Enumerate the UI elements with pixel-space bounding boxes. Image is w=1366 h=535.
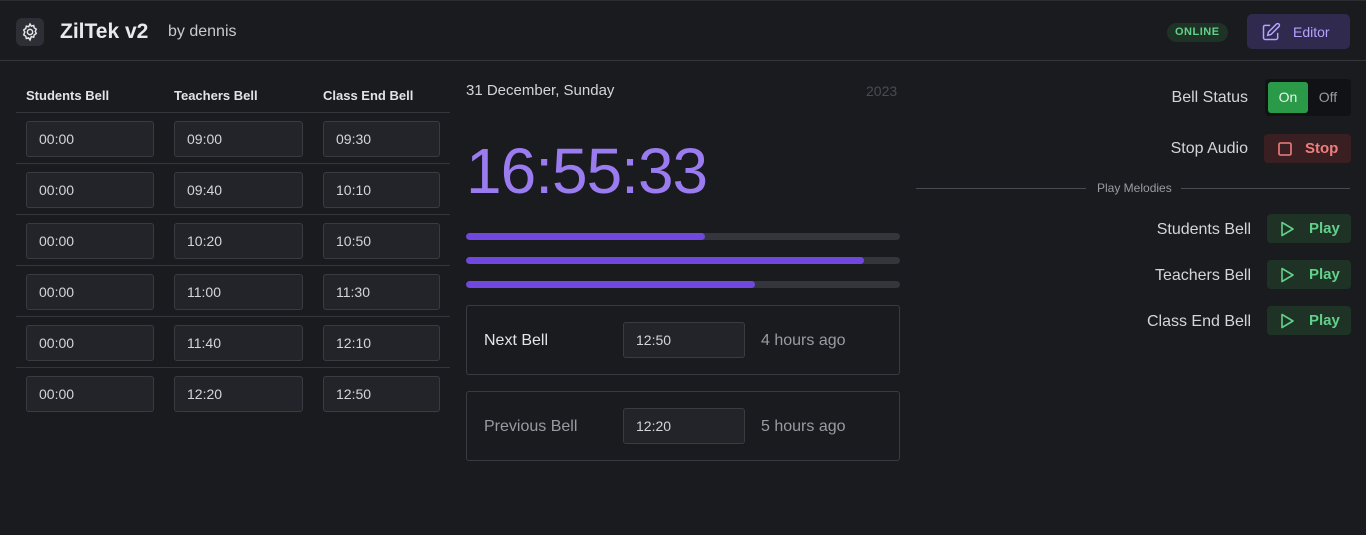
table-row: 00:00 09:40 10:10 xyxy=(16,164,450,215)
toggle-off-button[interactable]: Off xyxy=(1308,82,1348,113)
teachers-bell-time-input[interactable]: 09:00 xyxy=(174,121,303,157)
previous-bell-label: Previous Bell xyxy=(484,418,578,435)
play-button-label: Play xyxy=(1309,312,1340,329)
teachers-bell-time-input[interactable]: 11:40 xyxy=(174,325,303,361)
table-row: 00:00 09:00 09:30 xyxy=(16,113,450,164)
app-header: ZilTek v2 by dennis ONLINE Editor xyxy=(0,0,1366,61)
students-bell-time-input[interactable]: 00:00 xyxy=(26,121,154,157)
play-melodies-heading: Play Melodies xyxy=(1097,181,1172,195)
column-header-class-end: Class End Bell xyxy=(323,88,414,103)
current-date: 31 December, Sunday xyxy=(466,82,615,99)
class-end-bell-time-input[interactable]: 10:50 xyxy=(323,223,440,259)
students-bell-time-input[interactable]: 00:00 xyxy=(26,172,154,208)
teachers-bell-time-input[interactable]: 09:40 xyxy=(174,172,303,208)
table-row: 00:00 11:00 11:30 xyxy=(16,266,450,317)
next-bell-label: Next Bell xyxy=(484,332,549,349)
previous-bell-card: Previous Bell 12:20 5 hours ago xyxy=(466,391,900,461)
previous-bell-time: 12:20 xyxy=(623,408,745,444)
toggle-on-button[interactable]: On xyxy=(1268,82,1308,113)
play-students-bell-button[interactable]: Play xyxy=(1267,214,1351,243)
progress-bar xyxy=(466,281,900,288)
next-bell-card: Next Bell 12:50 4 hours ago xyxy=(466,305,900,375)
class-end-bell-time-input[interactable]: 12:10 xyxy=(323,325,440,361)
previous-bell-relative: 5 hours ago xyxy=(761,418,846,435)
play-button-label: Play xyxy=(1309,266,1340,283)
class-end-bell-time-input[interactable]: 11:30 xyxy=(323,274,440,310)
app-author: by dennis xyxy=(168,23,237,40)
progress-fill xyxy=(466,257,864,264)
stop-button-label: Stop xyxy=(1305,140,1339,157)
play-class-end-bell-button[interactable]: Play xyxy=(1267,306,1351,335)
play-icon xyxy=(1281,221,1294,236)
progress-fill xyxy=(466,281,756,288)
divider-line-right xyxy=(1181,188,1350,189)
gear-icon xyxy=(22,22,38,42)
progress-fill xyxy=(466,233,705,240)
table-row: 00:00 11:40 12:10 xyxy=(16,317,450,368)
progress-bar xyxy=(466,233,900,240)
play-icon xyxy=(1281,313,1294,328)
edit-icon xyxy=(1262,22,1281,40)
next-bell-time: 12:50 xyxy=(623,322,745,358)
current-year: 2023 xyxy=(866,83,898,99)
editor-button-label: Editor xyxy=(1293,23,1330,40)
students-bell-time-input[interactable]: 00:00 xyxy=(26,274,154,310)
stop-square-icon xyxy=(1278,141,1292,156)
settings-button[interactable] xyxy=(16,18,44,46)
progress-bar xyxy=(466,257,900,264)
class-end-bell-time-input[interactable]: 10:10 xyxy=(323,172,440,208)
melody-label-teachers: Teachers Bell xyxy=(1154,267,1251,284)
students-bell-time-input[interactable]: 00:00 xyxy=(26,223,154,259)
play-icon xyxy=(1281,267,1294,282)
table-row: 00:00 10:20 10:50 xyxy=(16,215,450,266)
bell-schedule-table: Students Bell Teachers Bell Class End Be… xyxy=(16,78,450,419)
students-bell-time-input[interactable]: 00:00 xyxy=(26,376,154,412)
class-end-bell-time-input[interactable]: 09:30 xyxy=(323,121,440,157)
editor-button[interactable]: Editor xyxy=(1247,14,1350,49)
bell-status-toggle: On Off xyxy=(1265,79,1351,116)
teachers-bell-time-input[interactable]: 12:20 xyxy=(174,376,303,412)
melody-label-class-end: Class End Bell xyxy=(1146,313,1251,330)
column-header-teachers: Teachers Bell xyxy=(174,88,258,103)
stop-audio-label: Stop Audio xyxy=(1170,140,1248,157)
divider-line-left xyxy=(916,188,1086,189)
stop-button[interactable]: Stop xyxy=(1264,134,1351,163)
next-bell-relative: 4 hours ago xyxy=(761,332,846,349)
students-bell-time-input[interactable]: 00:00 xyxy=(26,325,154,361)
column-header-students: Students Bell xyxy=(26,88,110,103)
table-row: 00:00 12:20 12:50 xyxy=(16,368,450,419)
teachers-bell-time-input[interactable]: 10:20 xyxy=(174,223,303,259)
app-title: ZilTek v2 xyxy=(60,20,149,43)
clock-time: 16:55:33 xyxy=(466,135,708,207)
bell-status-label: Bell Status xyxy=(1171,89,1248,106)
class-end-bell-time-input[interactable]: 12:50 xyxy=(323,376,440,412)
play-button-label: Play xyxy=(1309,220,1340,237)
table-header: Students Bell Teachers Bell Class End Be… xyxy=(16,78,450,113)
teachers-bell-time-input[interactable]: 11:00 xyxy=(174,274,303,310)
status-badge: ONLINE xyxy=(1167,23,1228,42)
melody-label-students: Students Bell xyxy=(1156,221,1251,238)
play-teachers-bell-button[interactable]: Play xyxy=(1267,260,1351,289)
